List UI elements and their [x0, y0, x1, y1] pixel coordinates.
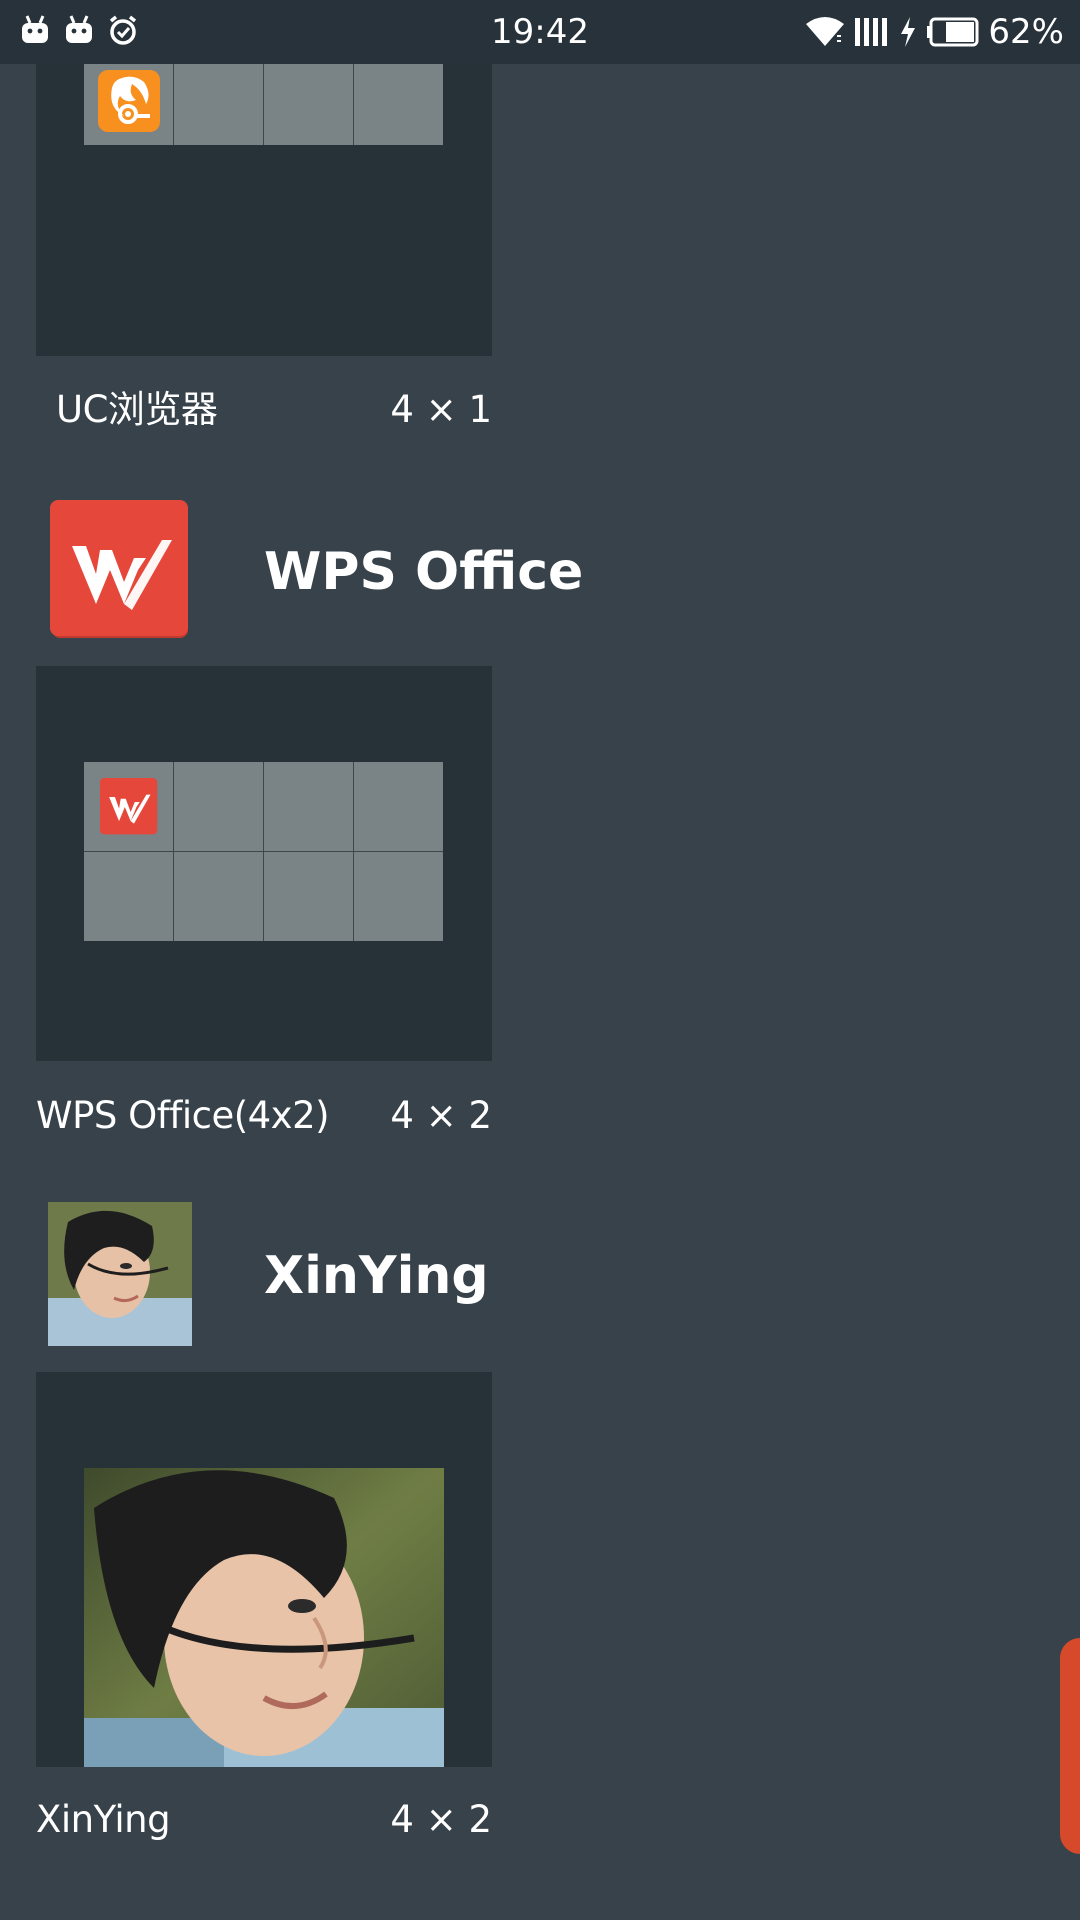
widget-size: 4 × 1 [390, 388, 492, 431]
app-title-xinying: XinYing [264, 1246, 489, 1306]
widget-cell [264, 852, 353, 941]
widget-cell [264, 762, 353, 851]
battery-icon [927, 17, 979, 47]
widget-label: UC浏览器 [56, 388, 218, 431]
widget-label: XinYing [36, 1798, 171, 1841]
battery-percent: 62% [988, 12, 1064, 52]
status-bar: 19:42 62% [0, 0, 1080, 64]
widget-cell [354, 852, 443, 941]
widget-cell [84, 762, 173, 851]
xinying-photo [48, 1202, 192, 1346]
uc-browser-icon [98, 70, 160, 132]
widget-size: 4 × 2 [390, 1094, 492, 1137]
widget-label: WPS Office(4x2) [36, 1094, 330, 1137]
widget-cell [264, 56, 353, 145]
widget-cell [174, 852, 263, 941]
widget-picker-screen: 19:42 62% UC浏览器 4 × 1 WPS Office WPS Off… [0, 0, 1080, 1920]
app-title-wps-office: WPS Office [264, 542, 584, 602]
widget-grid [84, 56, 443, 145]
fast-scroll-handle[interactable] [1060, 1638, 1080, 1854]
widget-cell [174, 56, 263, 145]
widget-cell [354, 762, 443, 851]
widget-grid [84, 762, 443, 941]
widget-cell [84, 852, 173, 941]
system-icons: 62% [804, 12, 1064, 52]
xinying-photo [84, 1468, 444, 1767]
widget-preview-uc-browser[interactable] [36, 56, 492, 356]
widget-cell [354, 56, 443, 145]
signal-icon [855, 18, 888, 46]
widget-size: 4 × 2 [390, 1798, 492, 1841]
widget-preview-xinying[interactable] [36, 1372, 492, 1767]
charging-icon [901, 17, 916, 47]
widget-preview-wps-office[interactable] [36, 666, 492, 1061]
wps-office-icon [50, 500, 188, 638]
widget-cell [174, 762, 263, 851]
wifi-icon [806, 17, 845, 46]
wps-office-icon [100, 778, 158, 835]
widget-cell [84, 56, 173, 145]
